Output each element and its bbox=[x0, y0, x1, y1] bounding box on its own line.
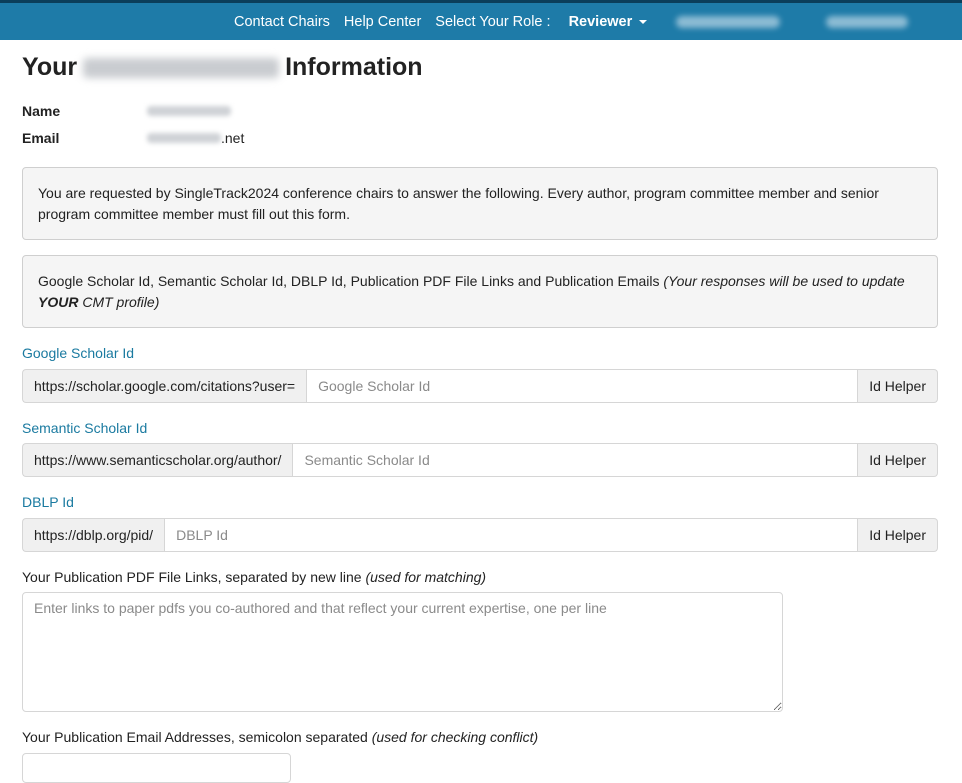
dblp-group: https://dblp.org/pid/ Id Helper bbox=[22, 518, 938, 552]
select-role-label: Select Your Role : bbox=[435, 13, 551, 30]
email-suffix: .net bbox=[221, 130, 245, 146]
page-title-suffix: Information bbox=[285, 53, 423, 81]
role-dropdown[interactable]: Reviewer bbox=[569, 14, 648, 30]
semantic-scholar-group: https://www.semanticscholar.org/author/ … bbox=[22, 443, 938, 477]
google-scholar-prefix: https://scholar.google.com/citations?use… bbox=[22, 369, 307, 403]
email-row: Email .net bbox=[22, 130, 244, 146]
publication-emails-label: Your Publication Email Addresses, semico… bbox=[22, 729, 539, 745]
semantic-scholar-input[interactable] bbox=[292, 443, 859, 477]
dblp-prefix: https://dblp.org/pid/ bbox=[22, 518, 165, 552]
name-row: Name bbox=[22, 103, 231, 119]
conference-name-redacted bbox=[83, 57, 280, 78]
email-value-redacted bbox=[147, 133, 221, 143]
google-scholar-label: Google Scholar Id bbox=[22, 345, 135, 361]
section-notice: Google Scholar Id, Semantic Scholar Id, … bbox=[22, 255, 938, 328]
semantic-scholar-id-helper-button[interactable]: Id Helper bbox=[858, 443, 938, 477]
publication-emails-input[interactable] bbox=[22, 753, 291, 783]
dblp-id-helper-button[interactable]: Id Helper bbox=[858, 518, 938, 552]
page-title: Your Information bbox=[22, 53, 423, 82]
user-menu-redacted[interactable] bbox=[826, 16, 908, 28]
semantic-scholar-prefix: https://www.semanticscholar.org/author/ bbox=[22, 443, 293, 477]
role-dropdown-label: Reviewer bbox=[568, 13, 633, 30]
chevron-down-icon bbox=[639, 19, 648, 24]
email-label: Email bbox=[22, 130, 60, 146]
conference-menu-redacted[interactable] bbox=[676, 16, 780, 28]
pdf-links-textarea[interactable] bbox=[22, 592, 783, 712]
top-nav: Contact Chairs Help Center Select Your R… bbox=[234, 3, 648, 40]
pdf-links-label: Your Publication PDF File Links, separat… bbox=[22, 569, 487, 585]
dblp-input[interactable] bbox=[164, 518, 859, 552]
page-title-prefix: Your bbox=[22, 53, 78, 81]
section-notice-text: Google Scholar Id, Semantic Scholar Id, … bbox=[38, 272, 905, 310]
google-scholar-group: https://scholar.google.com/citations?use… bbox=[22, 369, 938, 403]
name-value-redacted bbox=[147, 106, 231, 116]
google-scholar-id-helper-button[interactable]: Id Helper bbox=[858, 369, 938, 403]
help-center-link[interactable]: Help Center bbox=[344, 14, 421, 30]
google-scholar-input[interactable] bbox=[306, 369, 859, 403]
name-label: Name bbox=[22, 103, 61, 119]
dblp-label: DBLP Id bbox=[22, 494, 74, 510]
semantic-scholar-label: Semantic Scholar Id bbox=[22, 420, 148, 436]
request-notice-text: You are requested by SingleTrack2024 con… bbox=[38, 184, 879, 222]
request-notice: You are requested by SingleTrack2024 con… bbox=[22, 167, 938, 240]
contact-chairs-link[interactable]: Contact Chairs bbox=[234, 14, 330, 30]
top-nav-bar: Contact Chairs Help Center Select Your R… bbox=[0, 0, 962, 40]
